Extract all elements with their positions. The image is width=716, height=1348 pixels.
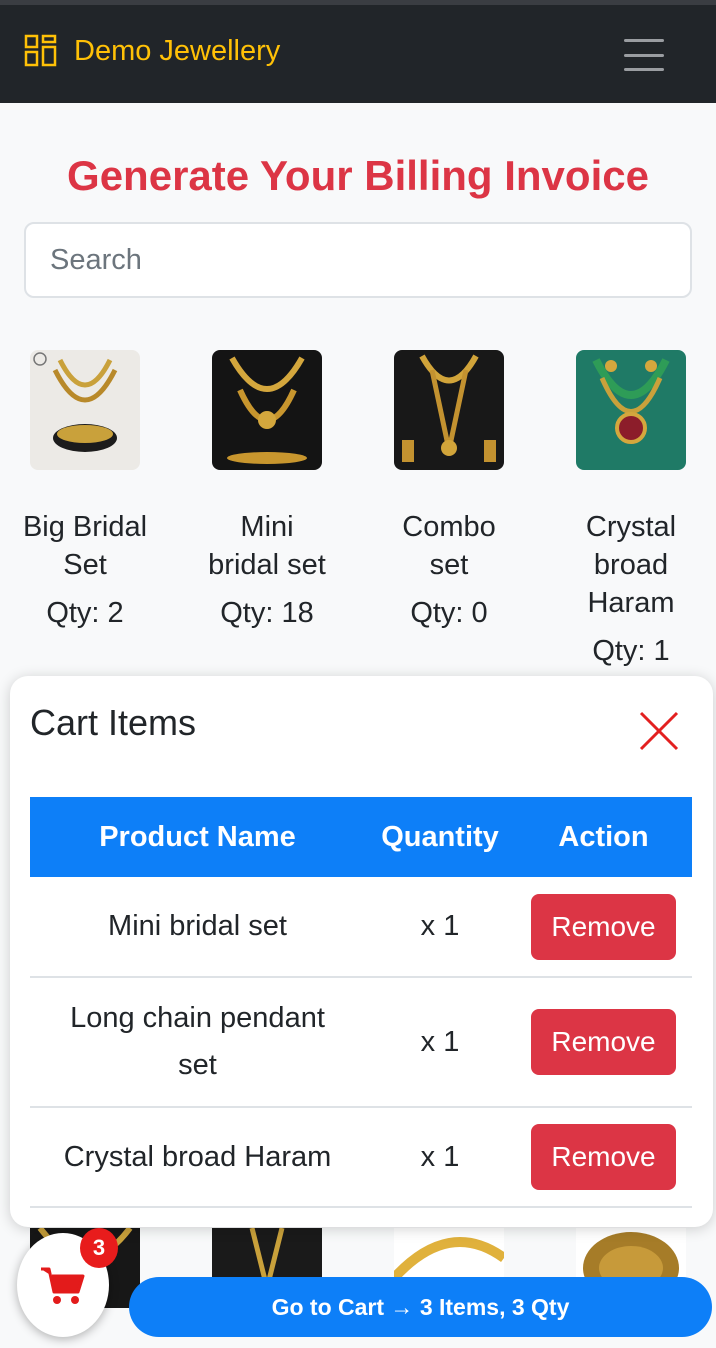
cart-table: Product Name Quantity Action Mini bridal… — [30, 797, 692, 1208]
product-name: Mini bridal set — [208, 511, 326, 581]
product-qty: Qty: 18 — [220, 597, 314, 629]
hamburger-icon[interactable] — [624, 39, 664, 71]
table-row: Crystal broad Haram x 1 Remove — [30, 1107, 692, 1208]
product-qty: Qty: 2 — [46, 597, 124, 629]
product-image — [576, 350, 686, 470]
cart-title: Cart Items — [30, 702, 197, 743]
product-image — [394, 350, 504, 470]
header-product-name: Product Name — [30, 797, 365, 877]
page-title: Generate Your Billing Invoice — [67, 152, 649, 199]
header-action: Action — [515, 797, 692, 877]
product-card[interactable]: Mini bridal set Qty: 18 — [192, 350, 342, 632]
product-image — [30, 350, 140, 470]
product-qty: Qty: 1 — [592, 635, 670, 667]
table-row: Long chain pendant set x 1 Remove — [30, 977, 692, 1108]
cart-count-badge: 3 — [80, 1228, 118, 1268]
product-name: Big Bridal Set — [22, 511, 148, 581]
cart-item-action: Remove — [515, 877, 692, 978]
table-row: Mini bridal set x 1 Remove — [30, 877, 692, 978]
brand[interactable]: Demo Jewellery — [24, 33, 280, 69]
product-qty: Qty: 0 — [410, 597, 488, 629]
product-name: Crystal broad Haram — [585, 511, 677, 619]
cart-item-qty: x 1 — [365, 877, 515, 978]
cart-item-qty: x 1 — [365, 1107, 515, 1208]
go-to-cart-button[interactable]: Go to Cart → 3 Items, 3 Qty — [129, 1277, 712, 1337]
search-input[interactable] — [24, 222, 692, 298]
product-card[interactable]: Combo set Qty: 0 — [374, 350, 524, 632]
cart-item-name: Long chain pendant set — [30, 977, 365, 1108]
cart-item-qty: x 1 — [365, 977, 515, 1108]
close-icon[interactable] — [634, 706, 684, 756]
product-card[interactable]: Big Bridal Set Qty: 2 — [10, 350, 160, 632]
product-card[interactable]: Crystal broad Haram Qty: 1 — [556, 350, 706, 670]
cart-item-action: Remove — [515, 1107, 692, 1208]
header-quantity: Quantity — [365, 797, 515, 877]
product-name: Combo set — [402, 511, 496, 581]
cart-item-name: Mini bridal set — [30, 877, 365, 978]
grid-icon — [24, 34, 57, 67]
brand-name: Demo Jewellery — [74, 34, 281, 67]
remove-button[interactable]: Remove — [531, 1124, 676, 1190]
remove-button[interactable]: Remove — [531, 1009, 676, 1075]
cart-item-action: Remove — [515, 977, 692, 1108]
cart-item-name: Crystal broad Haram — [30, 1107, 365, 1208]
table-header-row: Product Name Quantity Action — [30, 797, 692, 877]
navbar: Demo Jewellery — [0, 5, 716, 103]
cart-modal: Cart Items Product Name Quantity Action … — [10, 676, 713, 1227]
remove-button[interactable]: Remove — [531, 893, 676, 960]
product-image — [212, 350, 322, 470]
shopping-cart-icon — [41, 1267, 85, 1304]
